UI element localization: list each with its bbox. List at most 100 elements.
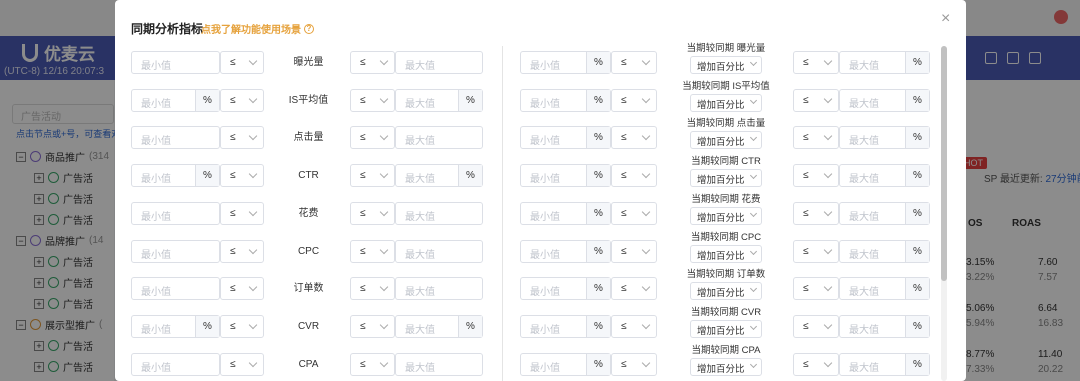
max-operator-select[interactable]: ≤ bbox=[350, 201, 395, 225]
cmp-max-operator-select[interactable]: ≤ bbox=[793, 51, 839, 74]
max-operator-select[interactable]: ≤ bbox=[350, 126, 395, 150]
compare-mode-select[interactable]: 增加百分比 bbox=[690, 357, 762, 376]
cmp-max-value-input[interactable]: 最大值% bbox=[839, 164, 930, 188]
compare-mode-select[interactable]: 增加百分比 bbox=[690, 131, 762, 150]
cmp-min-value-input[interactable]: 最小值% bbox=[520, 277, 611, 301]
compare-mode-value: 增加百分比 bbox=[697, 62, 745, 73]
cmp-max-operator-select[interactable]: ≤ bbox=[793, 239, 839, 263]
min-value-input[interactable]: 最小值 bbox=[131, 277, 220, 301]
compare-mode-select[interactable]: 增加百分比 bbox=[690, 93, 762, 112]
cmp-min-operator-select[interactable]: ≤ bbox=[611, 164, 657, 188]
max-value-input[interactable]: 最大值 bbox=[395, 352, 483, 376]
cmp-max-value-input[interactable]: 最大值% bbox=[839, 88, 930, 112]
cmp-min-operator-select[interactable]: ≤ bbox=[611, 126, 657, 150]
min-value-input[interactable]: 最小值% bbox=[131, 88, 220, 112]
close-button[interactable]: × bbox=[941, 11, 950, 27]
percent-unit: % bbox=[586, 202, 610, 224]
cmp-min-value-input-placeholder: 最小值 bbox=[530, 249, 560, 261]
cmp-min-operator-select[interactable]: ≤ bbox=[611, 201, 657, 225]
max-value-input[interactable]: 最大值 bbox=[395, 201, 483, 225]
min-value-input[interactable]: 最小值 bbox=[131, 51, 220, 74]
cmp-max-operator-select[interactable]: ≤ bbox=[793, 201, 839, 225]
max-operator-select[interactable]: ≤ bbox=[350, 277, 395, 301]
min-value-input[interactable]: 最小值% bbox=[131, 314, 220, 338]
compare-mode-select[interactable]: 增加百分比 bbox=[690, 282, 762, 301]
cmp-max-value-input[interactable]: 最大值% bbox=[839, 201, 930, 225]
cmp-min-operator-select[interactable]: ≤ bbox=[611, 239, 657, 263]
operator-value: ≤ bbox=[360, 207, 366, 219]
compare-mode-value: 增加百分比 bbox=[697, 99, 745, 111]
cmp-min-operator-select[interactable]: ≤ bbox=[611, 51, 657, 74]
max-value-input[interactable]: 最大值 bbox=[395, 126, 483, 150]
max-operator-select[interactable]: ≤ bbox=[350, 164, 395, 188]
compare-mode-select[interactable]: 增加百分比 bbox=[690, 206, 762, 225]
cmp-min-operator-select[interactable]: ≤ bbox=[611, 277, 657, 301]
max-value-input[interactable]: 最大值 bbox=[395, 51, 483, 74]
min-operator-select[interactable]: ≤ bbox=[220, 201, 264, 225]
min-value-input[interactable]: 最小值 bbox=[131, 201, 220, 225]
cmp-min-value-input[interactable]: 最小值% bbox=[520, 88, 611, 112]
compare-mode-select[interactable]: 增加百分比 bbox=[690, 169, 762, 188]
cmp-min-value-input[interactable]: 最小值% bbox=[520, 51, 611, 74]
cmp-max-operator-select[interactable]: ≤ bbox=[793, 126, 839, 150]
compare-mode-select[interactable]: 增加百分比 bbox=[690, 56, 762, 74]
max-operator-select[interactable]: ≤ bbox=[350, 51, 395, 74]
max-value-input[interactable]: 最大值% bbox=[395, 164, 483, 188]
cmp-min-operator-select[interactable]: ≤ bbox=[611, 88, 657, 112]
min-operator-select[interactable]: ≤ bbox=[220, 126, 264, 150]
max-operator-select[interactable]: ≤ bbox=[350, 352, 395, 376]
compare-mode-select[interactable]: 增加百分比 bbox=[690, 244, 762, 263]
min-operator-select[interactable]: ≤ bbox=[220, 314, 264, 338]
max-value-input[interactable]: 最大值 bbox=[395, 277, 483, 301]
operator-value: ≤ bbox=[360, 358, 366, 370]
cmp-max-value-input[interactable]: 最大值% bbox=[839, 51, 930, 74]
min-value-input[interactable]: 最小值% bbox=[131, 164, 220, 188]
question-icon[interactable]: ? bbox=[304, 23, 314, 34]
cmp-max-value-input[interactable]: 最大值% bbox=[839, 314, 930, 338]
cmp-max-value-input[interactable]: 最大值% bbox=[839, 126, 930, 150]
cmp-min-value-input[interactable]: 最小值% bbox=[520, 201, 611, 225]
cmp-max-operator-select[interactable]: ≤ bbox=[793, 88, 839, 112]
max-value-input[interactable]: 最大值% bbox=[395, 88, 483, 112]
min-operator-select[interactable]: ≤ bbox=[220, 51, 264, 74]
min-operator-select[interactable]: ≤ bbox=[220, 88, 264, 112]
help-link-text[interactable]: 点我了解功能使用场景 bbox=[201, 21, 301, 36]
min-operator-select[interactable]: ≤ bbox=[220, 239, 264, 263]
cmp-min-operator-select[interactable]: ≤ bbox=[611, 352, 657, 376]
help-link[interactable]: 点我了解功能使用场景 ? bbox=[201, 21, 314, 36]
chevron-down-icon bbox=[823, 245, 833, 254]
cmp-max-operator-select[interactable]: ≤ bbox=[793, 164, 839, 188]
cmp-min-value-input[interactable]: 最小值% bbox=[520, 164, 611, 188]
min-operator-select[interactable]: ≤ bbox=[220, 164, 264, 188]
max-operator-select[interactable]: ≤ bbox=[350, 239, 395, 263]
min-value-input-placeholder: 最小值 bbox=[141, 174, 171, 186]
max-operator-select[interactable]: ≤ bbox=[350, 314, 395, 338]
max-value-input[interactable]: 最大值% bbox=[395, 314, 483, 338]
max-operator-select[interactable]: ≤ bbox=[350, 88, 395, 112]
cmp-max-operator-select[interactable]: ≤ bbox=[793, 314, 839, 338]
percent-unit: % bbox=[458, 89, 482, 111]
cmp-max-operator-select[interactable]: ≤ bbox=[793, 277, 839, 301]
compare-mode-select[interactable]: 增加百分比 bbox=[690, 319, 762, 338]
min-value-input[interactable]: 最小值 bbox=[131, 126, 220, 150]
min-value-input[interactable]: 最小值 bbox=[131, 239, 220, 263]
cmp-min-value-input[interactable]: 最小值% bbox=[520, 352, 611, 376]
filter-row: 最小值% ≤ CTR ≤ 最大值% 最小值% ≤ 当期较同期 CTR 增加百分比 ≤ 最大值% bbox=[115, 156, 955, 188]
min-value-input[interactable]: 最小值 bbox=[131, 352, 220, 376]
cmp-max-value-input[interactable]: 最大值% bbox=[839, 277, 930, 301]
cmp-max-operator-select[interactable]: ≤ bbox=[793, 352, 839, 376]
cmp-min-value-input[interactable]: 最小值% bbox=[520, 126, 611, 150]
cmp-min-value-input[interactable]: 最小值% bbox=[520, 314, 611, 338]
min-operator-select[interactable]: ≤ bbox=[220, 352, 264, 376]
chevron-down-icon bbox=[823, 282, 833, 292]
cmp-max-value-input[interactable]: 最大值% bbox=[839, 239, 930, 263]
operator-value: ≤ bbox=[621, 320, 627, 332]
percent-unit: % bbox=[905, 89, 929, 111]
cmp-min-operator-select[interactable]: ≤ bbox=[611, 314, 657, 338]
min-operator-select[interactable]: ≤ bbox=[220, 277, 264, 301]
filter-row: 最小值% ≤ IS平均值 ≤ 最大值% 最小值% ≤ 当期较同期 IS平均值 增加百分比 ≤ 最大值… bbox=[115, 81, 955, 112]
cmp-max-value-input[interactable]: 最大值% bbox=[839, 352, 930, 376]
chevron-down-icon bbox=[823, 320, 833, 330]
cmp-min-value-input[interactable]: 最小值% bbox=[520, 239, 611, 263]
max-value-input[interactable]: 最大值 bbox=[395, 239, 483, 263]
